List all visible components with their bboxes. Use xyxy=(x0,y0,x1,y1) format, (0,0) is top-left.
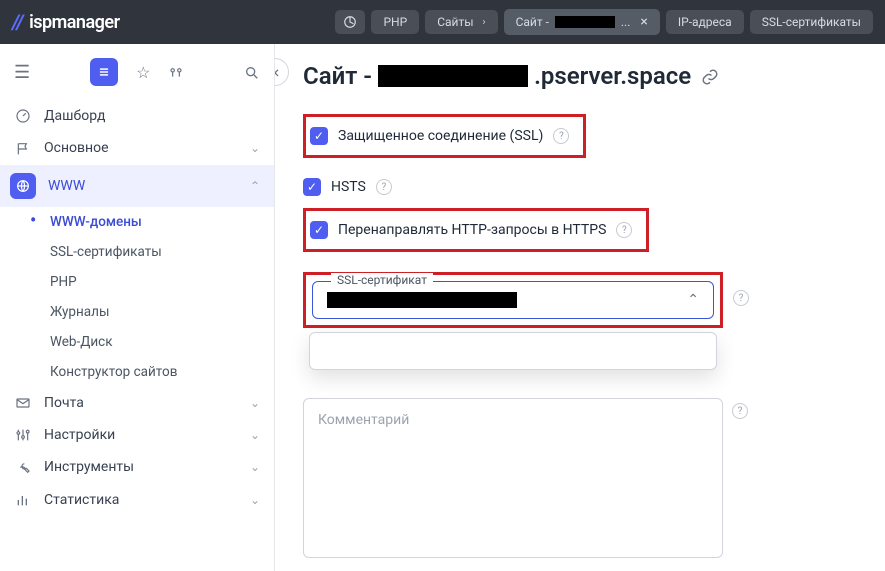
tab-ssl[interactable]: SSL-сертификаты xyxy=(750,10,873,34)
help-icon[interactable]: ? xyxy=(553,128,569,144)
flag-icon xyxy=(14,140,32,156)
tab-php[interactable]: PHP xyxy=(371,10,419,34)
sidebar-label: WWW xyxy=(48,178,85,194)
close-panel-button[interactable]: × xyxy=(275,58,289,86)
chevron-down-icon: ⌄ xyxy=(250,460,260,474)
redacted-text xyxy=(378,65,528,87)
sidebar: ☰ ☆ Дашборд Основное ⌄ xyxy=(0,44,275,571)
comment-textarea[interactable]: Комментарий ? xyxy=(303,398,723,558)
hsts-checkbox[interactable]: ✓ xyxy=(303,178,321,196)
chevron-down-icon: ⌄ xyxy=(250,396,260,410)
brand-text: ispmanager xyxy=(29,12,119,33)
logo: // ispmanager xyxy=(12,10,120,34)
page-title: Сайт - .pserver.space xyxy=(303,62,691,90)
list-view-button[interactable] xyxy=(90,58,118,86)
settings-icon[interactable] xyxy=(168,63,184,82)
redacted-text xyxy=(555,16,615,28)
highlight-annotation: ✓ Защищенное соединение (SSL) ? xyxy=(303,114,586,158)
link-icon[interactable] xyxy=(701,66,719,86)
field-legend: SSL-сертификат xyxy=(331,273,433,287)
sidebar-label: Дашборд xyxy=(44,108,105,124)
help-icon[interactable]: ? xyxy=(376,179,392,195)
dropdown-option[interactable] xyxy=(328,345,698,357)
sidebar-sub-php[interactable]: PHP xyxy=(0,267,274,297)
sidebar-item-stats[interactable]: Статистика ⌄ xyxy=(0,483,274,515)
sidebar-item-tools[interactable]: Инструменты ⌄ xyxy=(0,451,274,483)
chevron-up-icon: ⌃ xyxy=(687,292,699,308)
chevron-down-icon: ⌄ xyxy=(250,141,260,155)
star-icon[interactable]: ☆ xyxy=(136,63,150,82)
sidebar-label: Инструменты xyxy=(44,459,134,475)
sidebar-item-main[interactable]: Основное ⌄ xyxy=(0,132,274,164)
ssl-checkbox[interactable]: ✓ xyxy=(310,127,328,145)
chart-icon xyxy=(14,491,32,507)
sidebar-sub-www-domains[interactable]: WWW-домены xyxy=(0,207,274,237)
redirect-label: Перенаправлять HTTP-запросы в HTTPS xyxy=(338,222,606,238)
gauge-icon xyxy=(14,108,32,124)
tab-ip[interactable]: IP-адреса xyxy=(666,10,744,34)
placeholder-text: Комментарий xyxy=(318,412,409,428)
help-icon[interactable]: ? xyxy=(616,222,632,238)
redacted-text xyxy=(327,292,517,308)
sidebar-item-settings[interactable]: Настройки ⌄ xyxy=(0,419,274,451)
sidebar-sub-logs[interactable]: Журналы xyxy=(0,297,274,327)
sidebar-label: Настройки xyxy=(44,427,115,443)
sidebar-item-mail[interactable]: Почта ⌄ xyxy=(0,387,274,419)
stats-tab-icon[interactable] xyxy=(335,10,365,34)
top-bar: // ispmanager PHP Сайты› Сайт -... × IP-… xyxy=(0,0,885,44)
menu-icon[interactable]: ☰ xyxy=(14,62,30,83)
redirect-checkbox[interactable]: ✓ xyxy=(310,221,328,239)
ssl-label: Защищенное соединение (SSL) xyxy=(338,128,543,144)
ssl-cert-dropdown xyxy=(309,332,717,370)
mail-icon xyxy=(14,395,32,411)
sliders-icon xyxy=(14,427,32,443)
hsts-label: HSTS xyxy=(331,179,366,195)
main-panel: × Сайт - .pserver.space ✓ Защищенное сое… xyxy=(275,44,885,571)
chevron-down-icon: ⌄ xyxy=(250,493,260,507)
sidebar-sub-ssl[interactable]: SSL-сертификаты xyxy=(0,237,274,267)
tab-current-site[interactable]: Сайт -... × xyxy=(504,9,660,35)
sidebar-item-www[interactable]: WWW ⌃ xyxy=(0,165,274,207)
sidebar-sub-builder[interactable]: Конструктор сайтов xyxy=(0,357,274,387)
globe-icon xyxy=(10,173,36,199)
sidebar-item-dashboard[interactable]: Дашборд xyxy=(0,100,274,132)
tab-sites[interactable]: Сайты› xyxy=(425,10,497,34)
wrench-icon xyxy=(14,459,32,475)
sidebar-label: Статистика xyxy=(44,492,119,508)
highlight-annotation: ✓ Перенаправлять HTTP-запросы в HTTPS ? xyxy=(303,208,649,252)
ssl-cert-select[interactable]: SSL-сертификат ⌃ xyxy=(312,281,714,319)
chevron-up-icon: ⌃ xyxy=(250,179,260,193)
sidebar-label: Почта xyxy=(44,395,84,411)
search-icon[interactable] xyxy=(244,63,260,82)
close-icon[interactable]: × xyxy=(640,14,647,30)
sidebar-label: Основное xyxy=(44,140,109,156)
chevron-down-icon: ⌄ xyxy=(250,428,260,442)
help-icon[interactable]: ? xyxy=(733,290,749,306)
chevron-right-icon: › xyxy=(483,17,486,28)
logo-icon: // xyxy=(12,10,23,34)
sidebar-sub-webdisk[interactable]: Web-Диск xyxy=(0,327,274,357)
highlight-annotation: SSL-сертификат ⌃ xyxy=(303,272,723,328)
help-icon[interactable]: ? xyxy=(732,403,748,419)
